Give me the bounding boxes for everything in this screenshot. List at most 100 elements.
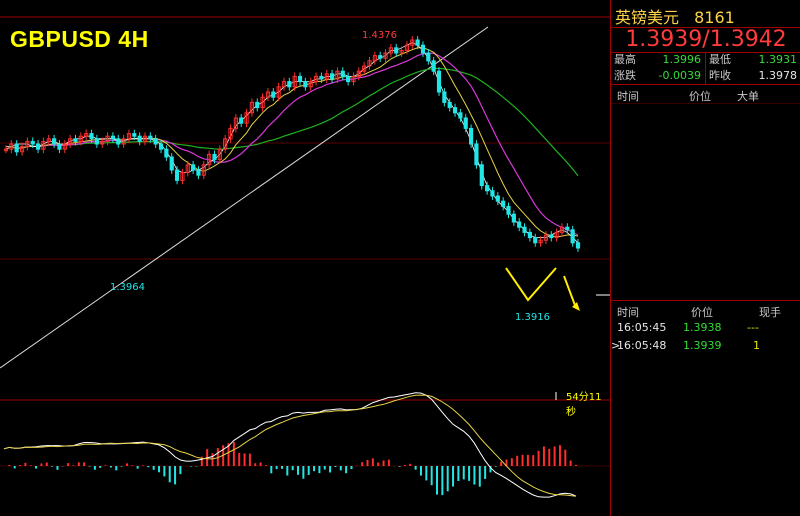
candle-body bbox=[426, 52, 431, 62]
candle-body bbox=[153, 138, 158, 145]
stat-low: 最低 1.3931 bbox=[706, 52, 800, 68]
price-annotation-low: 1.3916 bbox=[515, 312, 550, 323]
orders-col-time: 时间 bbox=[617, 90, 639, 103]
candle-body bbox=[330, 73, 335, 80]
candle-body bbox=[458, 112, 463, 119]
candle-body bbox=[110, 135, 116, 140]
tick-time: 16:05:45 bbox=[617, 321, 667, 334]
chart-title: GBPUSD 4H bbox=[10, 26, 149, 52]
chart-canvas[interactable]: 1.4376 1.3964 1.3916 bbox=[0, 0, 610, 516]
candle-body bbox=[94, 138, 99, 145]
candle-body bbox=[490, 190, 495, 197]
bar-countdown: 54分11秒 bbox=[566, 392, 602, 418]
stat-value: 1.3931 bbox=[758, 53, 798, 66]
tick-price: 1.3939 bbox=[683, 339, 722, 352]
candle-body bbox=[479, 164, 484, 187]
candle-body bbox=[442, 91, 447, 103]
tick-volume: 1 bbox=[753, 339, 760, 352]
candle-body bbox=[575, 242, 581, 249]
candle-body bbox=[495, 195, 500, 202]
ma-slow-line bbox=[5, 52, 579, 236]
candle-body bbox=[485, 185, 490, 192]
price-annotation-high: 1.4376 bbox=[362, 30, 397, 41]
candle-body bbox=[52, 138, 57, 145]
candle-body bbox=[506, 205, 511, 215]
tick-volume: --- bbox=[747, 321, 759, 334]
candle-body bbox=[436, 70, 442, 93]
candle-body bbox=[468, 127, 474, 145]
tick-row: 16:05:45 1.3938 --- bbox=[611, 320, 800, 336]
candle-body bbox=[73, 138, 78, 142]
macd-dif-line bbox=[3, 392, 577, 498]
forecast-arrow-line bbox=[505, 267, 557, 302]
ticks-col-volume: 现手 bbox=[759, 306, 781, 319]
candle-body bbox=[340, 70, 345, 77]
stat-change: 涨跌 -0.0039 bbox=[611, 68, 705, 84]
candle-body bbox=[570, 229, 575, 244]
candle-body bbox=[463, 117, 468, 129]
trend-line bbox=[0, 26, 489, 369]
candle-body bbox=[116, 138, 121, 145]
instrument-name: 英镑美元 bbox=[615, 8, 680, 27]
candle-body bbox=[137, 135, 142, 142]
quote-panel: 英镑美元 8161 1.3939/1.3942 最高 1.3996 最低 1.3… bbox=[610, 0, 800, 516]
candle-body bbox=[319, 75, 324, 80]
stats-divider bbox=[705, 52, 706, 84]
stat-label: 最低 bbox=[709, 53, 731, 66]
candle-body bbox=[35, 143, 41, 150]
candle-body bbox=[271, 91, 276, 98]
candle-body bbox=[297, 75, 303, 83]
candle-body bbox=[527, 231, 532, 239]
macd-dea-line bbox=[3, 394, 577, 497]
candle-body bbox=[565, 226, 570, 231]
orders-header-rule bbox=[611, 103, 800, 104]
stat-prev-close: 昨收 1.3978 bbox=[706, 68, 800, 84]
candle-body bbox=[378, 55, 383, 59]
candle-body bbox=[255, 101, 260, 109]
tick-row: > 16:05:48 1.3939 1 bbox=[611, 338, 800, 354]
candle-body bbox=[158, 143, 164, 150]
quote-header: 英镑美元 8161 bbox=[615, 4, 745, 28]
candle-body bbox=[549, 234, 554, 239]
candle-body bbox=[452, 107, 458, 114]
candle-body bbox=[30, 140, 35, 145]
candle-body bbox=[346, 75, 351, 83]
stat-value: 1.3978 bbox=[758, 69, 798, 82]
ticks-col-price: 价位 bbox=[691, 306, 713, 319]
candle-body bbox=[212, 153, 217, 161]
candle-body bbox=[415, 39, 420, 46]
candle-body bbox=[517, 221, 522, 228]
stat-high: 最高 1.3996 bbox=[611, 52, 705, 68]
instrument-code: 8161 bbox=[694, 8, 735, 27]
stat-label: 最高 bbox=[614, 53, 636, 66]
stat-value: 1.3996 bbox=[662, 53, 702, 66]
candle-body bbox=[394, 47, 399, 54]
candle-body bbox=[533, 237, 538, 244]
stat-label: 涨跌 bbox=[614, 69, 636, 82]
candle-body bbox=[239, 117, 244, 124]
candle-body bbox=[303, 81, 308, 88]
tick-price: 1.3938 bbox=[683, 321, 722, 334]
candle-body bbox=[191, 164, 196, 171]
price-chart[interactable]: 1.4376 1.3964 1.3916 GBPUSD 4H 54分11秒 bbox=[0, 0, 610, 516]
candle-body bbox=[169, 156, 174, 171]
candle-body bbox=[447, 101, 452, 109]
candle-body bbox=[14, 143, 19, 153]
price-annotation-low: 1.3964 bbox=[110, 282, 145, 293]
candle-body bbox=[501, 200, 506, 207]
candle-body bbox=[287, 81, 292, 88]
bid-ask-price: 1.3939/1.3942 bbox=[611, 27, 800, 53]
candle-body bbox=[164, 148, 169, 158]
stats-bottom-rule bbox=[611, 84, 800, 85]
candle-body bbox=[522, 226, 527, 233]
candle-body bbox=[196, 169, 201, 176]
candle-body bbox=[511, 213, 516, 223]
candle-body bbox=[148, 135, 153, 140]
forecast-arrow-down bbox=[563, 275, 577, 309]
stat-value: -0.0039 bbox=[658, 69, 701, 82]
candle-body bbox=[57, 143, 62, 150]
ticks-top-rule bbox=[611, 300, 800, 301]
orders-col-bigorder: 大单 bbox=[737, 90, 759, 103]
ticks-col-time: 时间 bbox=[617, 306, 639, 319]
candle-body bbox=[474, 143, 479, 166]
